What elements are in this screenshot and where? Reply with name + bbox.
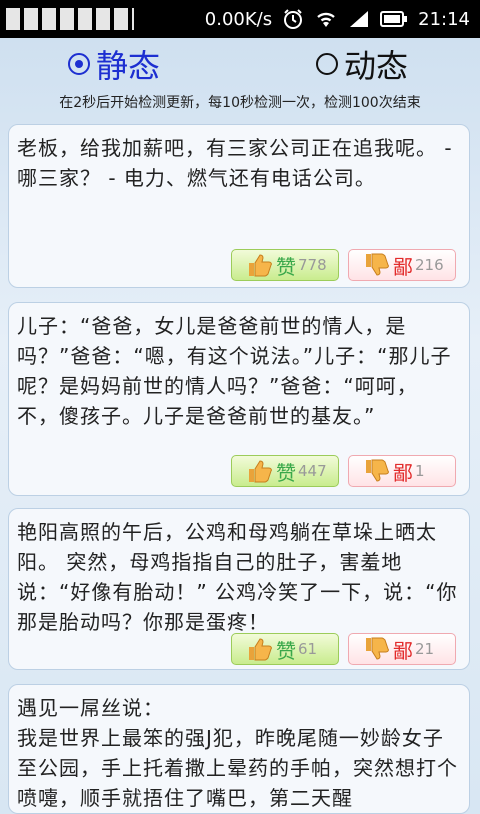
network-speed: 0.00K/s [204,8,273,30]
like-count: 61 [298,640,318,658]
like-count: 778 [298,256,327,274]
dislike-label: 鄙 [393,638,413,663]
mode-tabs: 静态 动态 [0,38,480,90]
thumbs-down-icon [363,635,391,663]
thumbs-down-icon [363,251,391,279]
like-button[interactable]: 赞 61 [231,633,339,665]
dislike-count: 21 [415,640,435,658]
dislike-button[interactable]: 鄙 1 [348,455,456,487]
list-item: 儿子：“爸爸，女儿是爸爸前世的情人，是吗？”爸爸：“嗯，有这个说法。”儿子：“那… [8,302,470,496]
tab-static-label: 静态 [96,47,161,85]
dislike-button[interactable]: 鄙 216 [348,249,456,281]
like-button[interactable]: 赞 778 [231,249,339,281]
wifi-icon [314,9,338,29]
like-label: 赞 [276,638,296,663]
radio-unselected-icon [316,53,338,75]
notification-icons [6,8,134,30]
joke-text: 儿子：“爸爸，女儿是爸爸前世的情人，是吗？”爸爸：“嗯，有这个说法。”儿子：“那… [17,314,452,428]
dislike-label: 鄙 [393,460,413,485]
dislike-count: 216 [415,256,444,274]
update-hint: 在2秒后开始检测更新，每10秒检测一次，检测100次结束 [59,95,421,111]
joke-text: 遇见一屌丝说： 我是世界上最笨的强J犯，昨晚尾随一妙龄女子至公园，手上托着撒上晕… [17,696,458,810]
like-label: 赞 [276,460,296,485]
tab-dynamic[interactable]: 动态 [316,38,408,90]
thumbs-up-icon [246,251,274,279]
tab-static[interactable]: 静态 [68,38,160,90]
status-indicators: 0.00K/s 21:14 [205,0,470,38]
thumbs-up-icon [246,635,274,663]
like-count: 447 [298,462,327,480]
alarm-icon [282,8,304,30]
joke-text: 艳阳高照的午后，公鸡和母鸡躺在草垛上晒太阳。 突然，母鸡指指自己的肚子，害羞地说… [17,520,458,634]
list-item: 老板，给我加薪吧，有三家公司正在追我呢。 - 哪三家？ - 电力、燃气还有电话公… [8,124,470,288]
radio-selected-icon [68,53,90,75]
like-label: 赞 [276,254,296,279]
like-button[interactable]: 赞 447 [231,455,339,487]
list-item: 艳阳高照的午后，公鸡和母鸡躺在草垛上晒太阳。 突然，母鸡指指自己的肚子，害羞地说… [8,508,470,670]
signal-icon [348,9,370,29]
dislike-button[interactable]: 鄙 21 [348,633,456,665]
battery-icon [380,10,408,28]
dislike-label: 鄙 [393,254,413,279]
thumbs-up-icon [246,457,274,485]
joke-text: 老板，给我加薪吧，有三家公司正在追我呢。 - 哪三家？ - 电力、燃气还有电话公… [17,136,453,190]
tab-dynamic-label: 动态 [344,47,409,85]
clock: 21:14 [418,8,470,30]
status-bar: 0.00K/s 21:14 [0,0,480,38]
dislike-count: 1 [415,462,425,480]
list-item: 遇见一屌丝说： 我是世界上最笨的强J犯，昨晚尾随一妙龄女子至公园，手上托着撒上晕… [8,684,470,814]
thumbs-down-icon [363,457,391,485]
